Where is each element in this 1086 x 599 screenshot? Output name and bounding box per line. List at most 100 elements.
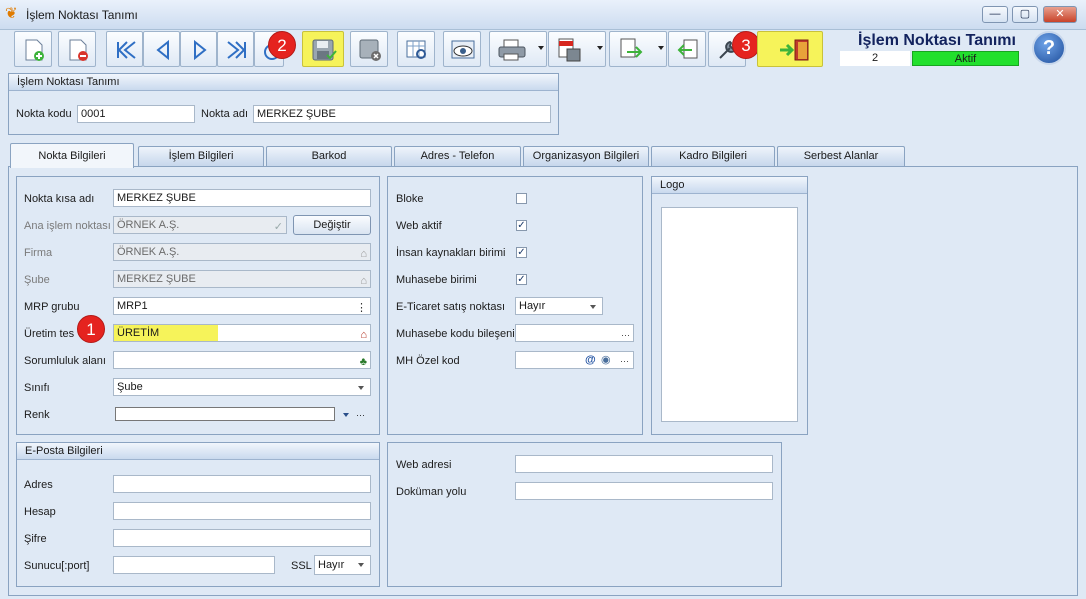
production-plant-field[interactable]: ÜRETİM ⌂ [113,324,371,342]
at-icon[interactable]: @ [585,352,596,368]
next-icon [194,39,207,61]
email-address-field[interactable] [113,475,371,493]
web-active-label: Web aktif [396,220,442,232]
tab-barkod[interactable]: Barkod [266,146,392,166]
email-server-field[interactable] [113,556,275,574]
bank-icon: ⌂ [360,248,367,260]
chevron-down-icon [358,386,364,390]
search-list-button[interactable] [397,31,435,67]
annotation-badge-3: 3 [732,31,760,59]
tab-islem-bilgileri[interactable]: İşlem Bilgileri [138,146,264,166]
header-group-title: İşlem Noktası Tanımı [9,74,558,91]
exit-button[interactable] [757,31,823,67]
delete-record-button[interactable] [58,31,96,67]
chevron-down-icon [343,413,349,417]
point-code-field[interactable]: 0001 [77,105,195,123]
transfer-button[interactable] [609,31,667,67]
email-password-field[interactable] [113,529,371,547]
email-address-label: Adres [24,479,53,491]
last-icon [227,41,246,59]
document-path-label: Doküman yolu [396,486,467,498]
email-account-field[interactable] [113,502,371,520]
branch-label: Şube [24,274,50,286]
production-plant-label: Üretim tes [24,328,75,340]
mh-code-field[interactable]: @ ◉ ··· [515,351,634,369]
mh-code-label: MH Özel kod [396,355,460,367]
first-record-button[interactable] [106,31,143,67]
accounting-code-field[interactable]: ··· [515,324,634,342]
new-document-icon [25,39,44,61]
accounting-unit-checkbox[interactable]: ✓ [516,274,527,285]
document-eye-icon[interactable]: ◉ [601,352,611,368]
new-record-button[interactable] [14,31,52,67]
point-info-group: Nokta kısa adı MERKEZ ŞUBE Ana işlem nok… [16,176,380,435]
email-server-label: Sunucu[:port] [24,560,90,572]
web-active-checkbox[interactable]: ✓ [516,220,527,231]
mrp-group-field[interactable]: MRP1 ⋮ [113,297,371,315]
transfer-dropdown-icon[interactable] [658,46,664,50]
back-arrow-icon [677,39,698,59]
tab-kadro-bilgileri[interactable]: Kadro Bilgileri [651,146,775,166]
help-button[interactable]: ? [1032,31,1066,65]
back-button[interactable] [668,31,706,67]
preview-button[interactable] [443,31,481,67]
window-heading: İşlem Noktası Tanımı [858,32,1016,49]
exit-door-icon [780,39,809,61]
block-label: Bloke [396,193,424,205]
close-button[interactable]: ✕ [1043,6,1077,23]
logo-group-title: Logo [652,177,807,194]
previous-record-button[interactable] [143,31,180,67]
class-select[interactable]: Şube [113,378,371,396]
web-group: Web adresi Doküman yolu [387,442,782,587]
change-button[interactable]: Değiştir [293,215,371,235]
color-picker[interactable]: ··· [113,406,371,424]
color-swatch [115,407,335,421]
hr-unit-checkbox[interactable]: ✓ [516,247,527,258]
responsibility-field[interactable]: ♣ [113,351,371,369]
responsibility-label: Sorumluluk alanı [24,355,106,367]
branch-field: MERKEZ ŞUBE ⌂ [113,270,371,288]
hr-unit-label: İnsan kaynakları birimi [396,247,506,259]
ssl-select[interactable]: Hayır [314,555,371,575]
email-group-title: E-Posta Bilgileri [17,443,379,460]
document-path-field[interactable] [515,482,773,500]
app-butterfly-icon: ❦ [5,5,18,22]
tab-adres-telefon[interactable]: Adres - Telefon [394,146,521,166]
ssl-label: SSL [291,560,312,572]
next-record-button[interactable] [180,31,217,67]
eye-preview-icon [451,40,475,59]
tab-nokta-bilgileri[interactable]: Nokta Bilgileri [10,143,134,168]
previous-icon [156,39,169,61]
web-address-label: Web adresi [396,459,452,471]
block-checkbox[interactable] [516,193,527,204]
web-address-field[interactable] [515,455,773,473]
accounting-unit-label: Muhasebe birimi [396,274,477,286]
logo-image-box[interactable] [661,207,798,422]
first-icon [117,41,136,59]
record-count: 2 [840,51,910,66]
print-button[interactable] [489,31,547,67]
cancel-save-button[interactable] [350,31,388,67]
export-dropdown-icon[interactable] [597,46,603,50]
check-icon: ✓ [273,221,283,233]
main-point-label: Ana işlem noktası [24,220,111,232]
ellipsis-icon[interactable]: ··· [620,353,629,368]
point-name-field[interactable]: MERKEZ ŞUBE [253,105,551,123]
accounting-code-label: Muhasebe kodu bileşeni [396,328,515,340]
tab-organizasyon-bilgileri[interactable]: Organizasyon Bilgileri [523,146,649,166]
save-button[interactable] [302,31,344,67]
maximize-button[interactable]: ▢ [1012,6,1038,23]
document-transfer-icon [620,38,643,58]
minimize-button[interactable]: — [982,6,1008,23]
delete-document-icon [69,39,88,61]
last-record-button[interactable] [217,31,254,67]
export-pdf-button[interactable] [548,31,606,67]
tab-serbest-alanlar[interactable]: Serbest Alanlar [777,146,905,166]
annotation-badge-2: 2 [268,31,296,59]
factory-icon: ⌂ [360,329,367,341]
main-point-field: ÖRNEK A.Ş. ✓ [113,216,287,234]
short-name-field[interactable]: MERKEZ ŞUBE [113,189,371,207]
print-dropdown-icon[interactable] [538,46,544,50]
ecommerce-select[interactable]: Hayır [515,297,603,315]
firm-field: ÖRNEK A.Ş. ⌂ [113,243,371,261]
